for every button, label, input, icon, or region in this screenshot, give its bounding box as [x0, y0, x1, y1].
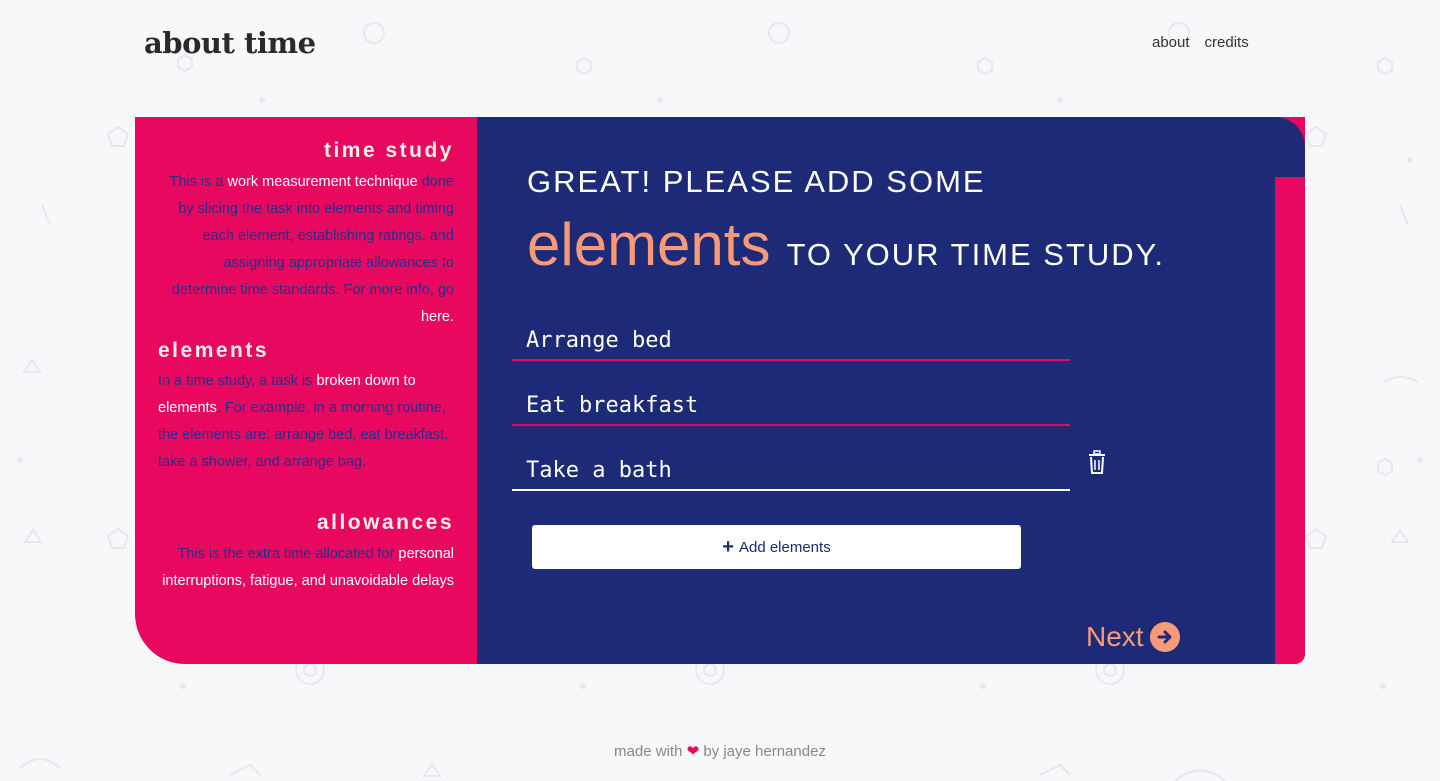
- plus-icon: +: [722, 536, 734, 558]
- element-input[interactable]: [512, 386, 1070, 424]
- allowances-heading: allowances: [316, 511, 454, 534]
- elements-heading: elements: [158, 339, 270, 362]
- element-input[interactable]: [512, 451, 1070, 489]
- footer: made with ❤ by jaye hernandez: [0, 742, 1440, 760]
- next-label: Next: [1086, 621, 1144, 652]
- allowances-description: This is the extra time allocated for per…: [162, 546, 454, 589]
- prompt-heading-rest: TO YOUR TIME STUDY.: [786, 237, 1165, 272]
- arrow-circle-right-icon: [1149, 622, 1180, 652]
- highlight-text: work measurement technique: [227, 174, 418, 190]
- nav-credits-link[interactable]: credits: [1205, 34, 1249, 51]
- card-right-edge: [1275, 117, 1305, 664]
- prompt-heading: GREAT! PLEASE ADD SOME: [527, 164, 986, 199]
- add-elements-button[interactable]: + Add elements: [532, 525, 1021, 569]
- next-button[interactable]: Next: [1086, 621, 1180, 653]
- nav-about-link[interactable]: about: [1152, 34, 1190, 51]
- element-field-1: [512, 321, 1070, 361]
- elements-emphasis: elements: [527, 211, 771, 278]
- element-field-2: [512, 386, 1070, 426]
- top-nav: about credits: [1152, 34, 1249, 51]
- heart-icon: ❤: [686, 743, 700, 760]
- prompt-subheading: elements TO YOUR TIME STUDY.: [527, 210, 1165, 279]
- elements-description: In a time study, a task is broken down t…: [158, 373, 449, 470]
- footer-author: by jaye hernandez: [703, 743, 826, 760]
- trash-icon[interactable]: [1087, 450, 1107, 475]
- app-title[interactable]: about time: [144, 26, 316, 60]
- footer-made-with: made with: [614, 743, 683, 760]
- add-elements-label: Add elements: [738, 538, 831, 556]
- time-study-description: This is a work measurement technique don…: [169, 174, 454, 325]
- time-study-heading: time study: [323, 139, 454, 162]
- element-input[interactable]: [512, 321, 1070, 359]
- element-field-3: [512, 451, 1070, 491]
- more-info-link[interactable]: here.: [421, 309, 454, 325]
